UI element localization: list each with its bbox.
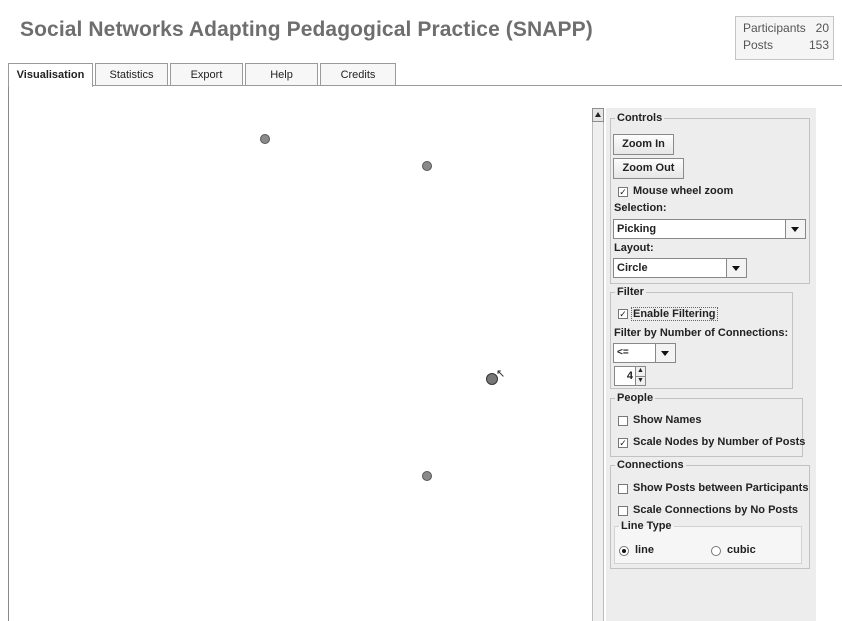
- show-names-label: Show Names: [633, 414, 702, 426]
- filter-count-value: 4: [626, 370, 633, 382]
- cubic-radio-label: cubic: [727, 544, 756, 556]
- network-node[interactable]: [260, 134, 270, 144]
- posts-row: Posts 153: [743, 38, 829, 54]
- participants-count: 20: [815, 21, 829, 35]
- network-canvas[interactable]: ↖: [8, 86, 591, 621]
- layout-value: Circle: [617, 262, 648, 274]
- selection-value: Picking: [617, 223, 657, 235]
- selection-dropdown[interactable]: Picking: [613, 219, 806, 239]
- tab-export[interactable]: Export: [170, 63, 243, 85]
- spinner-up-icon[interactable]: ▲: [635, 367, 645, 376]
- chevron-down-icon: [726, 259, 746, 277]
- chevron-down-icon: [655, 344, 675, 362]
- mouse-wheel-zoom-label: Mouse wheel zoom: [633, 185, 734, 197]
- selection-label: Selection:: [614, 202, 667, 214]
- filter-by-connections-label: Filter by Number of Connections:: [614, 327, 789, 339]
- posts-count: 153: [808, 38, 829, 52]
- show-posts-label: Show Posts between Participants: [633, 482, 809, 494]
- app-header: Social Networks Adapting Pedagogical Pra…: [0, 0, 842, 62]
- panel-scrollbar[interactable]: [592, 108, 604, 621]
- line-radio-label: line: [635, 544, 654, 556]
- filter-operator-value: <=: [617, 347, 629, 358]
- controls-legend: Controls: [617, 112, 663, 124]
- tab-statistics[interactable]: Statistics: [95, 63, 168, 85]
- scale-connections-checkbox[interactable]: [618, 506, 628, 516]
- tab-visualisation[interactable]: Visualisation: [8, 63, 93, 87]
- layout-dropdown[interactable]: Circle: [613, 258, 747, 278]
- spinner-down-icon[interactable]: ▼: [635, 376, 645, 385]
- enable-filtering-checkbox[interactable]: ✓: [618, 309, 628, 319]
- scale-connections-label: Scale Connections by No Posts: [633, 504, 799, 516]
- people-legend: People: [617, 392, 654, 404]
- show-names-checkbox[interactable]: [618, 416, 628, 426]
- filter-count-spinner[interactable]: 4 ▲ ▼: [614, 366, 646, 386]
- zoom-in-button[interactable]: Zoom In: [613, 134, 674, 155]
- app-title: Social Networks Adapting Pedagogical Pra…: [20, 18, 593, 41]
- mouse-wheel-zoom-checkbox[interactable]: ✓: [618, 187, 628, 197]
- pointer-cursor-icon: ↖: [496, 368, 506, 380]
- participants-label: Participants: [743, 21, 806, 35]
- show-posts-checkbox[interactable]: [618, 484, 628, 494]
- zoom-out-button[interactable]: Zoom Out: [613, 158, 684, 179]
- scale-nodes-label: Scale Nodes by Number of Posts: [633, 436, 806, 448]
- filter-operator-dropdown[interactable]: <=: [613, 343, 676, 363]
- tab-help[interactable]: Help: [245, 63, 318, 85]
- scale-nodes-checkbox[interactable]: ✓: [618, 438, 628, 448]
- network-node[interactable]: [422, 471, 432, 481]
- filter-legend: Filter: [617, 286, 644, 298]
- network-node[interactable]: [422, 161, 432, 171]
- line-type-group: Line Type: [614, 520, 802, 564]
- enable-filtering-label: Enable Filtering: [631, 307, 718, 321]
- cubic-radio[interactable]: [711, 546, 721, 556]
- line-radio[interactable]: [619, 546, 629, 556]
- stats-box: Participants 20 Posts 153: [735, 16, 834, 60]
- posts-label: Posts: [743, 38, 774, 52]
- scroll-up-arrow-icon[interactable]: [592, 108, 604, 122]
- line-type-legend: Line Type: [621, 520, 672, 532]
- layout-label: Layout:: [614, 242, 654, 254]
- participants-row: Participants 20: [743, 21, 829, 37]
- control-panel: Controls Zoom In Zoom Out ✓ Mouse wheel …: [606, 108, 816, 621]
- tab-credits[interactable]: Credits: [320, 63, 396, 85]
- connections-legend: Connections: [617, 459, 684, 471]
- chevron-down-icon: [785, 220, 805, 238]
